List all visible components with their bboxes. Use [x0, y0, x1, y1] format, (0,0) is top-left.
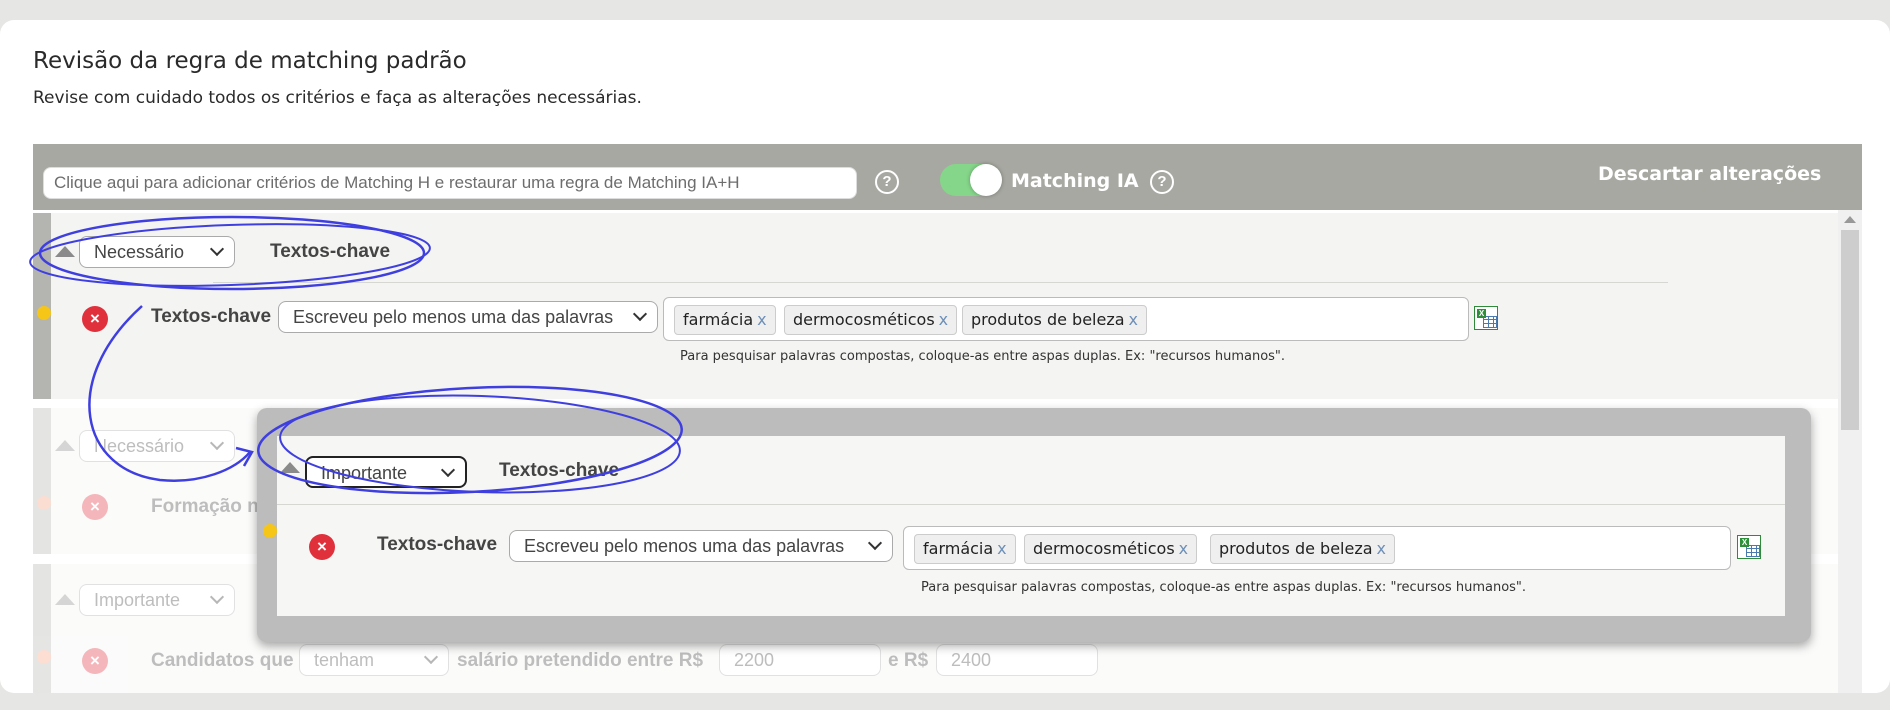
- keyword-tag: dermocosméticos x: [1024, 534, 1198, 564]
- collapse-icon[interactable]: [55, 440, 75, 451]
- tag-remove-icon[interactable]: x: [757, 310, 766, 329]
- page-subtitle: Revise com cuidado todos os critérios e …: [33, 88, 642, 108]
- criterion-label: Textos-chave: [377, 534, 498, 555]
- collapse-icon[interactable]: [280, 462, 300, 473]
- salary-max-input[interactable]: 2400: [936, 644, 1098, 676]
- zoomed-criteria-card: Importante Textos-chave × Textos-chave E…: [257, 408, 1811, 642]
- condition-select[interactable]: Escreveu pelo menos uma das palavras: [509, 530, 893, 562]
- keyword-tag: farmácia x: [674, 305, 776, 335]
- chevron-down-icon: [867, 535, 883, 551]
- priority-select[interactable]: Necessário: [79, 236, 235, 268]
- scroll-up-icon[interactable]: [1844, 216, 1856, 223]
- tag-remove-icon[interactable]: x: [1377, 539, 1386, 558]
- condition-select[interactable]: tenham: [299, 644, 449, 676]
- status-dot: [37, 306, 51, 320]
- scrollbar[interactable]: [1838, 210, 1862, 693]
- divider: [213, 282, 1668, 283]
- help-icon[interactable]: ?: [1150, 170, 1174, 194]
- salary-joiner: e R$: [888, 650, 929, 671]
- criterion-label: Formação n: [151, 496, 259, 517]
- status-dot: [263, 524, 277, 538]
- remove-icon[interactable]: ×: [82, 648, 108, 674]
- chevron-down-icon: [209, 589, 225, 605]
- keyword-tag: farmácia x: [914, 534, 1016, 564]
- help-icon[interactable]: ?: [875, 170, 899, 194]
- salary-min-input[interactable]: 2200: [719, 644, 881, 676]
- remove-icon[interactable]: ×: [309, 534, 335, 560]
- divider: [277, 504, 1785, 505]
- review-window: Revisão da regra de matching padrão Revi…: [0, 20, 1890, 693]
- tag-remove-icon[interactable]: x: [1129, 310, 1138, 329]
- keyword-tag: produtos de beleza x: [1210, 534, 1395, 564]
- keywords-hint: Para pesquisar palavras compostas, coloq…: [680, 349, 1286, 364]
- status-dot: [37, 496, 51, 510]
- criteria-toolbar: Clique aqui para adicionar critérios de …: [33, 144, 1862, 210]
- toggle-knob: [970, 164, 1002, 196]
- section-header: Textos-chave: [270, 241, 391, 262]
- status-dot: [37, 650, 51, 664]
- collapse-icon[interactable]: [55, 246, 75, 257]
- collapse-icon[interactable]: [55, 594, 75, 605]
- keyword-tag: produtos de beleza x: [962, 305, 1147, 335]
- salary-label: salário pretendido entre R$: [457, 650, 704, 671]
- zoomed-criteria-section: Importante Textos-chave × Textos-chave E…: [263, 436, 1785, 616]
- section-header: Textos-chave: [499, 460, 620, 481]
- priority-select[interactable]: Necessário: [79, 430, 235, 462]
- discard-changes-button[interactable]: Descartar alterações: [1598, 163, 1821, 185]
- chevron-down-icon: [209, 435, 225, 451]
- keywords-input[interactable]: farmácia x dermocosméticos x produtos de b…: [903, 526, 1731, 570]
- keywords-input[interactable]: farmácia x dermocosméticos x produtos de b…: [663, 297, 1469, 341]
- matching-ia-toggle[interactable]: [940, 164, 1002, 196]
- tag-remove-icon[interactable]: x: [1179, 539, 1188, 558]
- scroll-thumb[interactable]: [1841, 230, 1859, 430]
- tag-remove-icon[interactable]: x: [997, 539, 1006, 558]
- chevron-down-icon: [423, 649, 439, 665]
- remove-icon[interactable]: ×: [82, 494, 108, 520]
- criterion-label: Candidatos que: [151, 650, 294, 671]
- section-bar: [33, 408, 51, 554]
- remove-icon[interactable]: ×: [82, 306, 108, 332]
- criteria-section: Necessário Textos-chave × Textos-chave E…: [33, 213, 1862, 399]
- priority-select[interactable]: Importante: [79, 584, 235, 616]
- page-title: Revisão da regra de matching padrão: [33, 48, 467, 74]
- section-bar: [33, 564, 51, 693]
- criterion-label: Textos-chave: [151, 306, 272, 327]
- excel-icon[interactable]: X: [1474, 306, 1498, 330]
- matching-ia-label: Matching IA: [1011, 170, 1139, 192]
- keywords-hint: Para pesquisar palavras compostas, coloq…: [921, 580, 1527, 595]
- chevron-down-icon: [440, 462, 456, 478]
- chevron-down-icon: [209, 241, 225, 257]
- condition-select[interactable]: Escreveu pelo menos uma das palavras: [278, 301, 658, 333]
- excel-icon[interactable]: X: [1737, 535, 1761, 559]
- chevron-down-icon: [632, 306, 648, 322]
- keyword-tag: dermocosméticos x: [784, 305, 958, 335]
- priority-select[interactable]: Importante: [305, 456, 467, 488]
- add-criteria-input[interactable]: Clique aqui para adicionar critérios de …: [43, 167, 857, 199]
- tag-remove-icon[interactable]: x: [939, 310, 948, 329]
